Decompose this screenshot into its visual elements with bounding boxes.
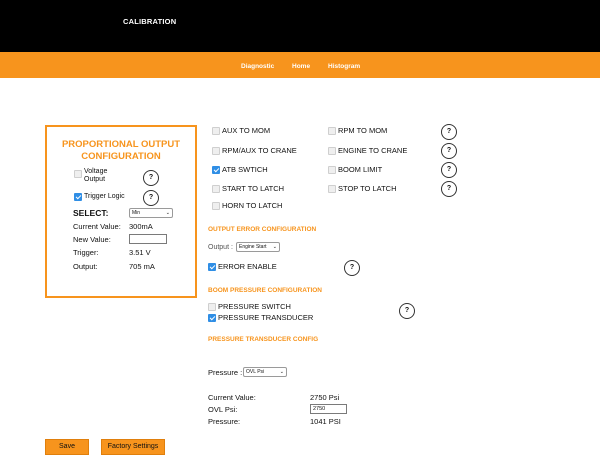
aux-to-mom-label: AUX TO MOM <box>222 126 271 135</box>
ovl-psi-label: OVL Psi: <box>208 405 238 414</box>
calibration-page: CALIBRATION Diagnostic Home Histogram PR… <box>0 0 600 472</box>
trigger-logic-checkbox[interactable] <box>74 193 82 201</box>
stop-to-latch-label: STOP TO LATCH <box>338 184 397 193</box>
boom-limit-help-icon[interactable]: ? <box>441 162 457 178</box>
current-value: 300mA <box>129 222 153 231</box>
factory-settings-button[interactable]: Factory Settings <box>101 439 165 455</box>
ovl-psi-input[interactable]: 2750 <box>310 404 347 414</box>
nav-bar: Diagnostic Home Histogram <box>0 52 600 78</box>
horn-to-latch-label: HORN TO LATCH <box>222 201 283 210</box>
voltage-output-label: Voltage Output <box>84 168 107 184</box>
atb-switch-checkbox[interactable] <box>212 166 220 174</box>
chevron-down-icon: ⌄ <box>279 369 284 375</box>
transducer-section-title: PRESSURE TRANSDUCER CONFIG <box>208 336 319 343</box>
aux-to-mom-checkbox[interactable] <box>212 127 220 135</box>
pressure-reading-label: Pressure: <box>208 417 241 426</box>
boom-limit-checkbox[interactable] <box>328 166 336 174</box>
nav-link-home[interactable]: Home <box>292 63 310 70</box>
rpm-aux-to-crane-label: RPM/AUX TO CRANE <box>222 146 297 155</box>
select-label: SELECT: <box>73 208 109 218</box>
panel-title-line-2: CONFIGURATION <box>81 151 161 162</box>
boom-pressure-help-icon[interactable]: ? <box>399 303 415 319</box>
voltage-output-label-line-1: Voltage <box>84 168 108 175</box>
start-to-latch-checkbox[interactable] <box>212 185 220 193</box>
horn-to-latch-checkbox[interactable] <box>212 202 220 210</box>
error-enable-checkbox[interactable] <box>208 263 216 271</box>
rpm-to-mom-help-icon[interactable]: ? <box>441 124 457 140</box>
error-enable-help-icon[interactable]: ? <box>344 260 360 276</box>
chevron-down-icon: ⌄ <box>165 210 170 216</box>
new-value-input[interactable] <box>129 234 167 244</box>
nav-link-histogram[interactable]: Histogram <box>328 63 360 70</box>
atb-switch-label: ATB SWTICH <box>222 165 268 174</box>
rpm-aux-to-crane-checkbox[interactable] <box>212 147 220 155</box>
voltage-output-help-icon[interactable]: ? <box>143 170 159 186</box>
stop-to-latch-help-icon[interactable]: ? <box>441 181 457 197</box>
transducer-current-value: 2750 Psi <box>310 393 340 402</box>
select-dropdown[interactable]: Min ⌄ <box>129 208 173 218</box>
transducer-current-value-label: Current Value: <box>208 393 256 402</box>
page-title: CALIBRATION <box>123 17 177 26</box>
proportional-output-panel: PROPORTIONAL OUTPUT CONFIGURATION Voltag… <box>45 125 197 298</box>
pressure-select-label: Pressure : <box>208 368 243 377</box>
panel-title-line-1: PROPORTIONAL OUTPUT <box>61 139 181 150</box>
pressure-transducer-label: PRESSURE TRANSDUCER <box>218 313 314 322</box>
panel-title: PROPORTIONAL OUTPUT CONFIGURATION <box>47 139 195 163</box>
output-value: 705 mA <box>129 262 155 271</box>
output-error-section-title: OUTPUT ERROR CONFIGURATION <box>208 226 317 233</box>
trigger-logic-label: Trigger Logic <box>84 193 125 200</box>
pressure-reading-value: 1041 PSI <box>310 417 341 426</box>
nav-link-diagnostic[interactable]: Diagnostic <box>241 63 274 70</box>
trigger-logic-help-icon[interactable]: ? <box>143 190 159 206</box>
output-select-dropdown[interactable]: Engine Start ⌄ <box>236 242 280 252</box>
output-label: Output: <box>73 262 98 271</box>
engine-to-crane-label: ENGINE TO CRANE <box>338 146 408 155</box>
output-select-label: Output : <box>208 244 233 251</box>
stop-to-latch-checkbox[interactable] <box>328 185 336 193</box>
trigger-value: 3.51 V <box>129 248 151 257</box>
save-button[interactable]: Save <box>45 439 89 455</box>
output-select-value: Engine Start <box>239 244 267 250</box>
chevron-down-icon: ⌄ <box>272 244 277 250</box>
boom-pressure-section-title: BOOM PRESSURE CONFIGURATION <box>208 287 322 294</box>
pressure-select-dropdown[interactable]: OVL Psi ⌄ <box>243 367 287 377</box>
current-value-label: Current Value: <box>73 222 121 231</box>
engine-to-crane-checkbox[interactable] <box>328 147 336 155</box>
pressure-transducer-checkbox[interactable] <box>208 314 216 322</box>
boom-limit-label: BOOM LIMIT <box>338 165 383 174</box>
voltage-output-checkbox[interactable] <box>74 170 82 178</box>
rpm-to-mom-label: RPM TO MOM <box>338 126 388 135</box>
pressure-switch-label: PRESSURE SWITCH <box>218 302 291 311</box>
start-to-latch-label: START TO LATCH <box>222 184 285 193</box>
pressure-select-value: OVL Psi <box>246 369 265 375</box>
rpm-to-mom-checkbox[interactable] <box>328 127 336 135</box>
engine-to-crane-help-icon[interactable]: ? <box>441 143 457 159</box>
pressure-switch-checkbox[interactable] <box>208 303 216 311</box>
new-value-label: New Value: <box>73 235 111 244</box>
error-enable-label: ERROR ENABLE <box>218 262 277 271</box>
trigger-label: Trigger: <box>73 248 99 257</box>
voltage-output-label-line-2: Output <box>84 176 106 183</box>
select-dropdown-value: Min <box>132 210 141 216</box>
top-header: CALIBRATION <box>0 0 600 52</box>
